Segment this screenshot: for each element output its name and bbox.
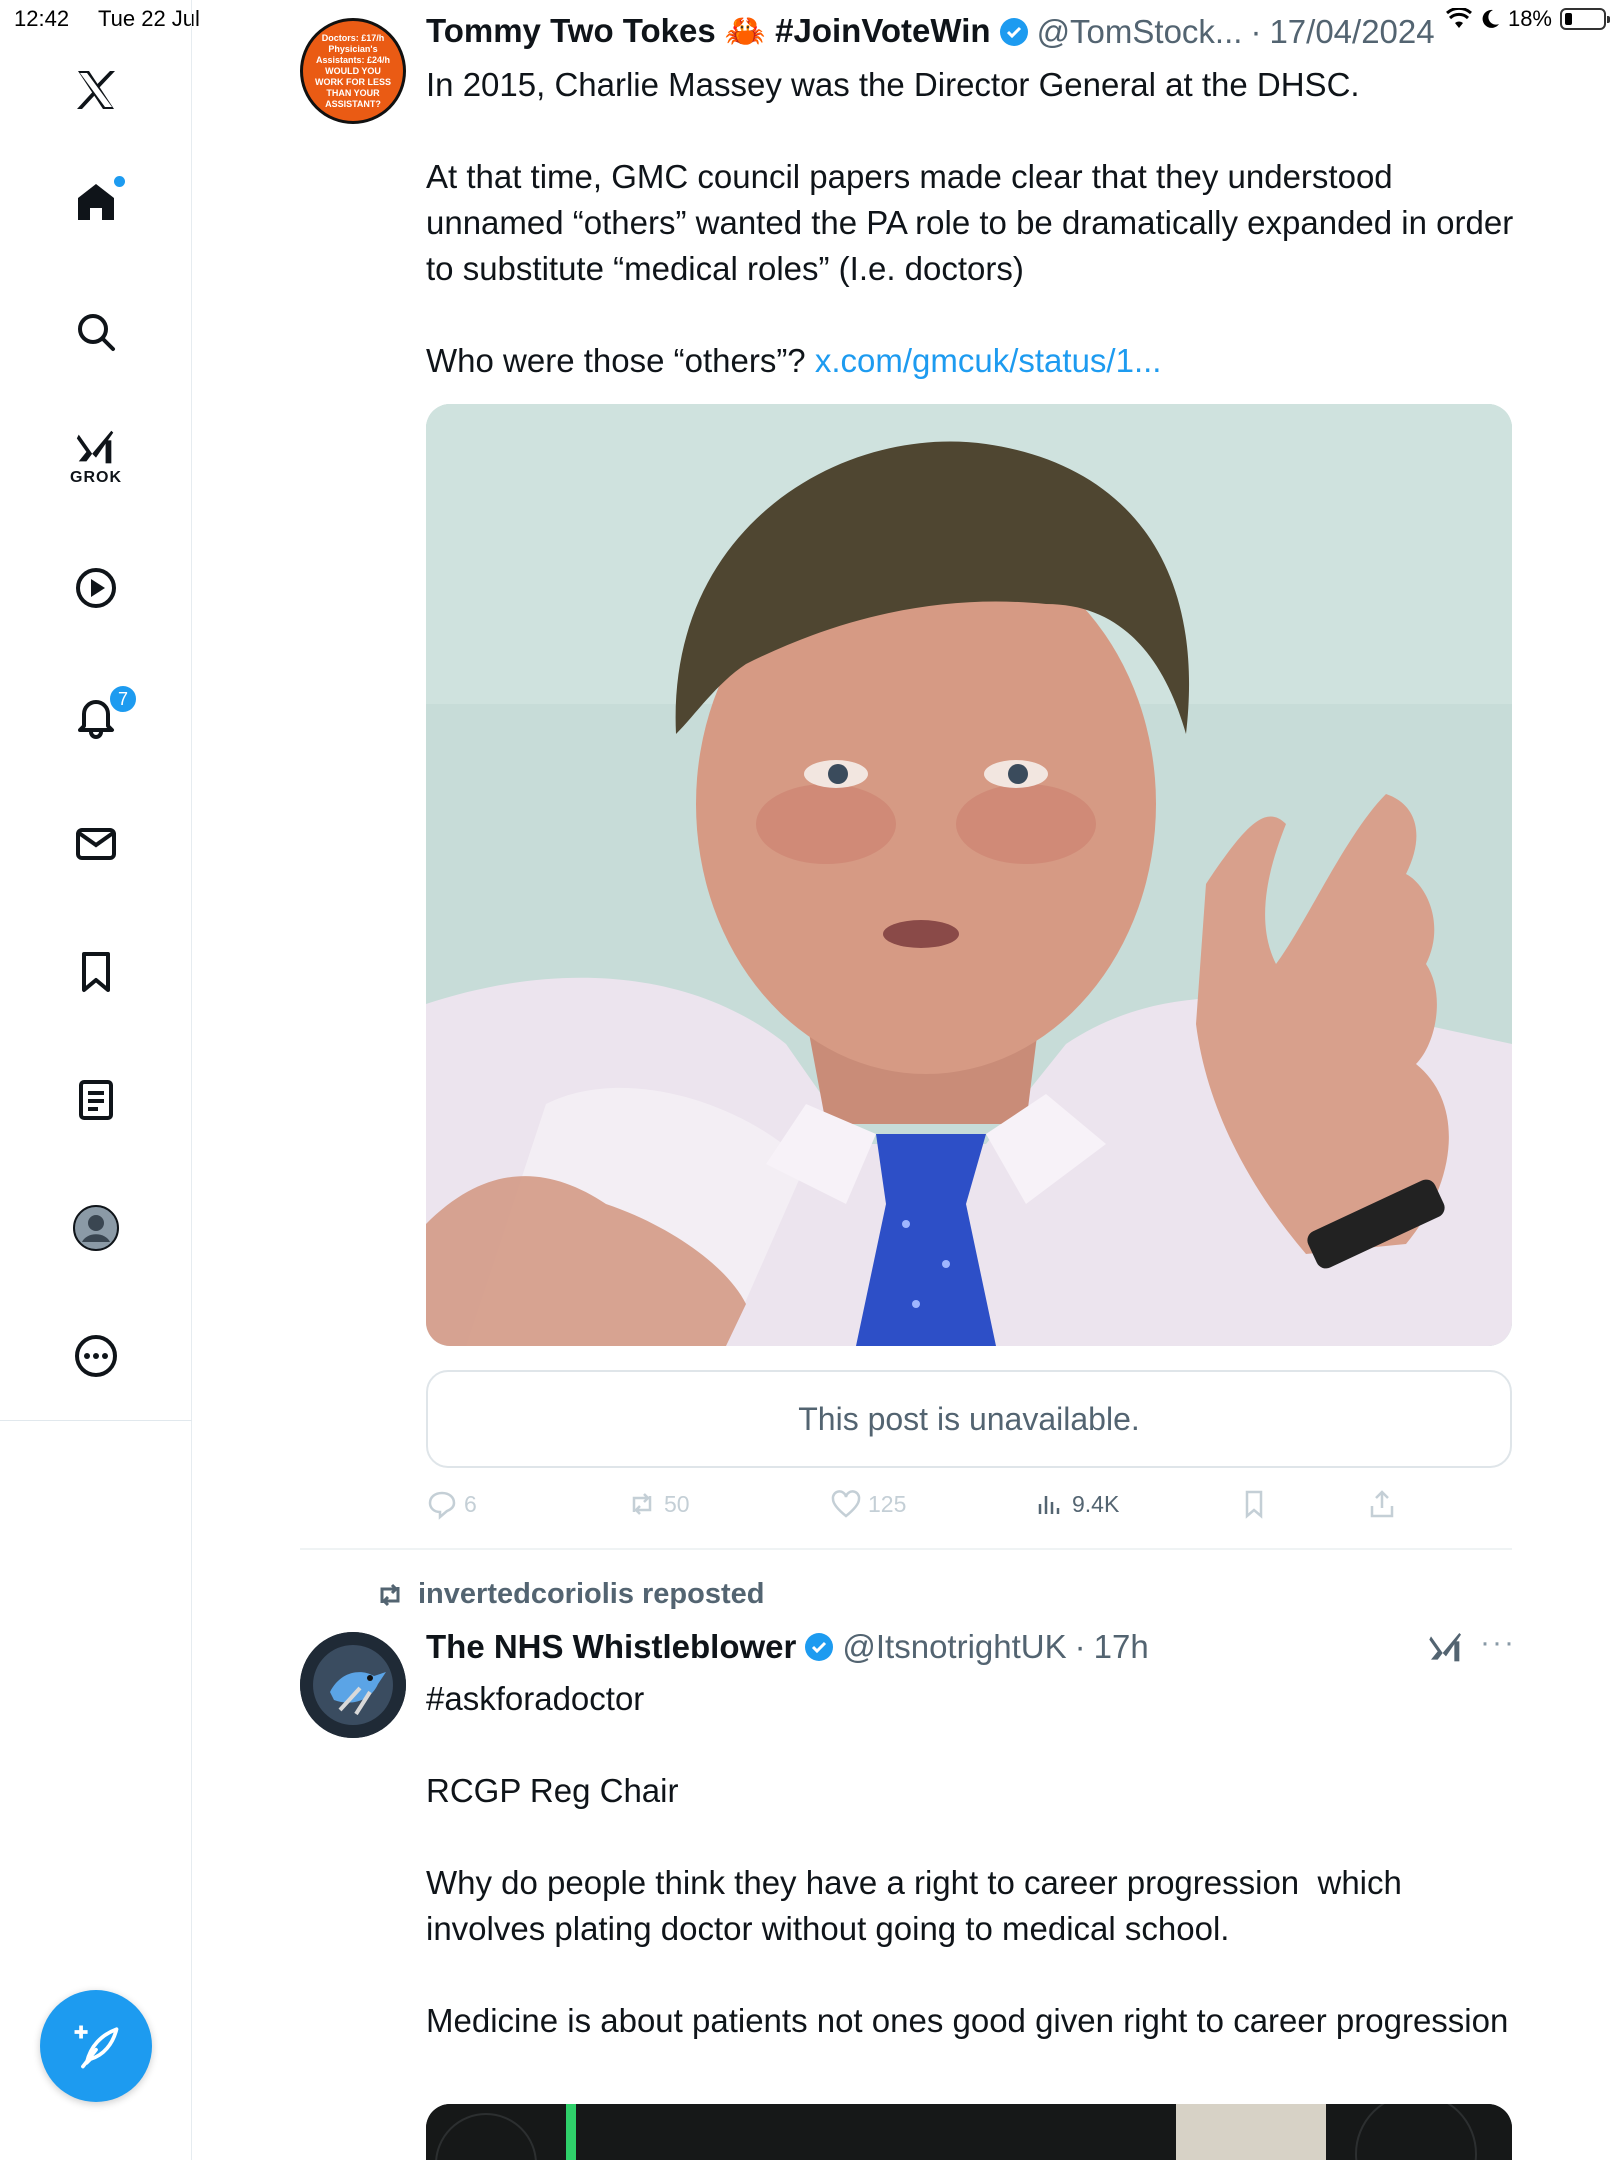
separator: · <box>1074 1628 1086 1665</box>
separator: · <box>1250 12 1262 50</box>
home-icon[interactable] <box>56 162 136 242</box>
post-actions: 6 50 125 9.4K <box>426 1488 1426 1528</box>
sidebar-divider <box>0 1420 192 1421</box>
display-name[interactable]: Tommy Two Tokes 🦀 #JoinVoteWin <box>426 12 991 51</box>
more-icon[interactable] <box>56 1316 136 1396</box>
post-divider <box>300 1548 1512 1550</box>
heart-icon <box>831 1490 861 1518</box>
notification-badge: 7 <box>108 684 138 714</box>
repost-button[interactable]: 50 <box>626 1488 690 1520</box>
bookmark-icon[interactable] <box>56 932 136 1012</box>
media-preview-image <box>426 2104 1512 2160</box>
repost-indicator: invertedcoriolis reposted <box>374 1578 765 1611</box>
post-more-button[interactable]: ··· <box>1480 1626 1516 1660</box>
post-time[interactable]: 17h <box>1094 1628 1149 1666</box>
video-play-icon[interactable] <box>56 548 136 628</box>
post-text-main: In 2015, Charlie Massey was the Director… <box>426 66 1514 379</box>
man-gesturing-photo <box>426 404 1512 1346</box>
unavailable-post-card[interactable]: This post is unavailable. <box>426 1370 1512 1468</box>
display-name[interactable]: The NHS Whistleblower <box>426 1628 796 1666</box>
repost-count: 50 <box>664 1490 690 1517</box>
compose-button[interactable] <box>40 1990 152 2102</box>
repost-by[interactable]: invertedcoriolis reposted <box>418 1578 765 1611</box>
reply-icon <box>428 1491 456 1520</box>
like-button[interactable]: 125 <box>830 1488 906 1520</box>
search-icon[interactable] <box>56 292 136 372</box>
battery-icon <box>1560 8 1610 30</box>
views-chart-icon <box>1038 1496 1060 1514</box>
wifi-icon <box>1445 8 1472 28</box>
bookmark-outline-icon <box>1245 1490 1263 1519</box>
home-notification-dot <box>114 176 125 187</box>
views-count: 9.4K <box>1072 1490 1120 1517</box>
reply-count: 6 <box>464 1490 477 1517</box>
battery-percent: 18% <box>1507 6 1552 31</box>
views-button[interactable]: 9.4K <box>1034 1488 1119 1520</box>
post-text: #askforadoctor RCGP Reg Chair Why do peo… <box>426 1680 1509 2039</box>
sidebar: GROK 7 <box>0 0 192 2160</box>
grok-icon[interactable]: GROK <box>56 416 136 496</box>
post-media-preview[interactable] <box>426 2104 1512 2160</box>
status-indicators: 18% <box>1445 6 1610 32</box>
bookmark-post-button[interactable] <box>1238 1488 1270 1520</box>
grok-post-icon[interactable] <box>1426 1628 1466 1668</box>
share-icon <box>1370 1490 1394 1518</box>
handle[interactable]: @TomStock... <box>1037 13 1243 51</box>
quoted-link[interactable]: x.com/gmcuk/status/1... <box>815 342 1162 379</box>
verified-badge-icon <box>999 17 1028 46</box>
profile-avatar-icon[interactable] <box>56 1188 136 1268</box>
bell-icon[interactable]: 7 <box>56 676 138 756</box>
handle[interactable]: @ItsnotrightUK <box>842 1628 1066 1666</box>
share-button[interactable] <box>1366 1488 1398 1520</box>
post-photo[interactable] <box>426 404 1512 1346</box>
post-date[interactable]: 17/04/2024 <box>1269 13 1434 51</box>
post-header: The NHS Whistleblower @ItsnotrightUK · 1… <box>426 1628 1149 1666</box>
repost-small-icon <box>380 1583 400 1606</box>
unavailable-text: This post is unavailable. <box>798 1400 1140 1437</box>
avatar[interactable]: Doctors: £17/h Physician's Assistants: £… <box>300 18 406 124</box>
list-icon[interactable] <box>56 1060 136 1140</box>
x-logo-icon[interactable] <box>56 50 136 130</box>
avatar-text: Doctors: £17/h Physician's Assistants: £… <box>315 32 391 109</box>
avatar[interactable] <box>300 1632 406 1738</box>
like-count: 125 <box>868 1490 907 1517</box>
bird-avatar-icon <box>300 1632 406 1738</box>
compose-feather-icon <box>74 2025 119 2069</box>
repost-icon <box>632 1493 652 1515</box>
reply-button[interactable]: 6 <box>426 1488 477 1520</box>
grok-label: GROK <box>70 469 122 486</box>
verified-badge-icon <box>805 1633 834 1661</box>
post-text: In 2015, Charlie Massey was the Director… <box>426 62 1516 384</box>
post-header: Tommy Two Tokes 🦀 #JoinVoteWin @TomStock… <box>426 12 1435 51</box>
moon-icon <box>1482 9 1499 28</box>
mail-icon[interactable] <box>56 804 136 884</box>
